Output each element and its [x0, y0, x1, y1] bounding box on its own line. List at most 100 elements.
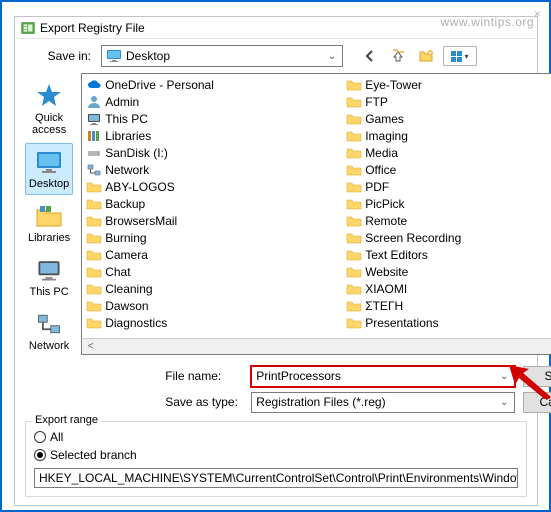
branch-path-input[interactable]: HKEY_LOCAL_MACHINE\SYSTEM\CurrentControl…: [34, 468, 518, 488]
list-item-label: BrowsersMail: [105, 214, 177, 228]
list-item[interactable]: Website: [344, 263, 551, 280]
back-button[interactable]: [359, 46, 381, 66]
list-item-label: Chat: [105, 265, 130, 279]
save-in-dropdown[interactable]: Desktop ⌄: [101, 45, 343, 67]
views-button[interactable]: ▾: [443, 46, 477, 66]
folder-icon: [86, 281, 102, 297]
list-item[interactable]: FTP: [344, 93, 551, 110]
list-item-label: Cleaning: [105, 282, 152, 296]
drive-icon: [86, 145, 102, 161]
libs-icon: [86, 128, 102, 144]
list-item[interactable]: PicPick: [344, 195, 551, 212]
list-item-label: FTP: [365, 95, 388, 109]
up-button[interactable]: [387, 46, 409, 66]
list-item[interactable]: Games: [344, 110, 551, 127]
cancel-button[interactable]: Cancel: [523, 392, 551, 413]
horizontal-scrollbar[interactable]: < >: [81, 338, 551, 355]
list-item[interactable]: Libraries: [84, 127, 340, 144]
list-item[interactable]: Dawson: [84, 297, 340, 314]
list-item-label: Burning: [105, 231, 146, 245]
list-item-label: SanDisk (I:): [105, 146, 168, 160]
file-list[interactable]: OneDrive - PersonalAdmin This PC Libraries…: [81, 73, 551, 338]
save-as-type-label: Save as type:: [165, 395, 243, 409]
places-bar: Quick access Desktop Libraries This PCNetwo…: [21, 73, 77, 417]
folder-icon: [86, 196, 102, 212]
list-item-label: PicPick: [365, 197, 404, 211]
radio-all[interactable]: All: [34, 428, 518, 446]
new-folder-button[interactable]: [415, 46, 437, 66]
sidebar-item-libraries[interactable]: Libraries: [25, 197, 73, 249]
list-item[interactable]: Chat: [84, 263, 340, 280]
list-item[interactable]: Diagnostics: [84, 314, 340, 331]
list-item[interactable]: Cleaning: [84, 280, 340, 297]
folder-icon: [86, 264, 102, 280]
folder-icon: [86, 247, 102, 263]
sidebar-item-quick-access[interactable]: Quick access: [25, 77, 73, 141]
list-item[interactable]: ABY-LOGOS: [84, 178, 340, 195]
radio-selected-branch[interactable]: Selected branch: [34, 446, 518, 464]
radio-selected-label: Selected branch: [50, 448, 137, 462]
save-button[interactable]: Save: [523, 366, 551, 387]
list-item-label: Network: [105, 163, 149, 177]
list-item-label: Text Editors: [365, 248, 428, 262]
folder-icon: [346, 230, 362, 246]
list-item[interactable]: Backup: [84, 195, 340, 212]
chevron-down-icon: ⌄: [498, 397, 510, 408]
list-item[interactable]: OneDrive - Personal: [84, 76, 340, 93]
list-item[interactable]: Network: [84, 161, 340, 178]
list-item[interactable]: This PC: [84, 110, 340, 127]
list-item[interactable]: Burning: [84, 229, 340, 246]
folder-icon: [346, 264, 362, 280]
list-item[interactable]: PDF: [344, 178, 551, 195]
sidebar-item-desktop[interactable]: Desktop: [25, 143, 73, 195]
list-item-label: Dawson: [105, 299, 148, 313]
export-range-legend: Export range: [32, 414, 101, 426]
folder-icon: [346, 111, 362, 127]
list-item[interactable]: Presentations: [344, 314, 551, 331]
list-item[interactable]: Office: [344, 161, 551, 178]
list-item-label: Media: [365, 146, 398, 160]
list-item-label: XIAOMI: [365, 282, 407, 296]
list-item[interactable]: Eye-Tower: [344, 76, 551, 93]
list-item-label: Website: [365, 265, 408, 279]
save-as-type-dropdown[interactable]: Registration Files (*.reg) ⌄: [251, 392, 515, 413]
list-item[interactable]: SanDisk (I:): [84, 144, 340, 161]
branch-path-value: HKEY_LOCAL_MACHINE\SYSTEM\CurrentControl…: [39, 471, 518, 485]
list-item-label: Office: [365, 163, 396, 177]
save-in-value: Desktop: [126, 49, 326, 63]
folder-icon: [346, 196, 362, 212]
sidebar-item-network[interactable]: Network: [25, 305, 73, 357]
sidebar-item-label: Desktop: [29, 178, 69, 190]
list-item-label: Eye-Tower: [365, 78, 422, 92]
list-item[interactable]: Imaging: [344, 127, 551, 144]
list-item[interactable]: Camera: [84, 246, 340, 263]
scroll-left-button[interactable]: <: [82, 339, 99, 354]
list-item-label: This PC: [105, 112, 148, 126]
folder-icon: [346, 162, 362, 178]
folder-icon: [346, 281, 362, 297]
list-item[interactable]: Media: [344, 144, 551, 161]
list-item-label: Libraries: [105, 129, 151, 143]
sidebar-item-label: Libraries: [28, 232, 70, 244]
list-item[interactable]: BrowsersMail: [84, 212, 340, 229]
save-in-label: Save in:: [43, 49, 91, 63]
list-item-label: Remote: [365, 214, 407, 228]
list-item-label: Screen Recording: [365, 231, 461, 245]
list-item[interactable]: Admin: [84, 93, 340, 110]
list-item[interactable]: XIAOMI: [344, 280, 551, 297]
file-name-input[interactable]: PrintProcessors ⌄: [251, 366, 515, 387]
chevron-down-icon: ⌄: [498, 371, 510, 382]
titlebar: Export Registry File: [15, 17, 537, 39]
list-item[interactable]: ΣΤΕΓΗ: [344, 297, 551, 314]
list-item[interactable]: Screen Recording: [344, 229, 551, 246]
sidebar-item-this-pc[interactable]: This PC: [25, 251, 73, 303]
thispc-icon: [86, 111, 102, 127]
folder-icon: [346, 298, 362, 314]
folder-icon: [346, 128, 362, 144]
folder-icon: [86, 230, 102, 246]
list-item[interactable]: Remote: [344, 212, 551, 229]
list-item[interactable]: Text Editors: [344, 246, 551, 263]
radio-all-label: All: [50, 430, 63, 444]
folder-icon: [346, 213, 362, 229]
regedit-icon: [21, 21, 35, 35]
